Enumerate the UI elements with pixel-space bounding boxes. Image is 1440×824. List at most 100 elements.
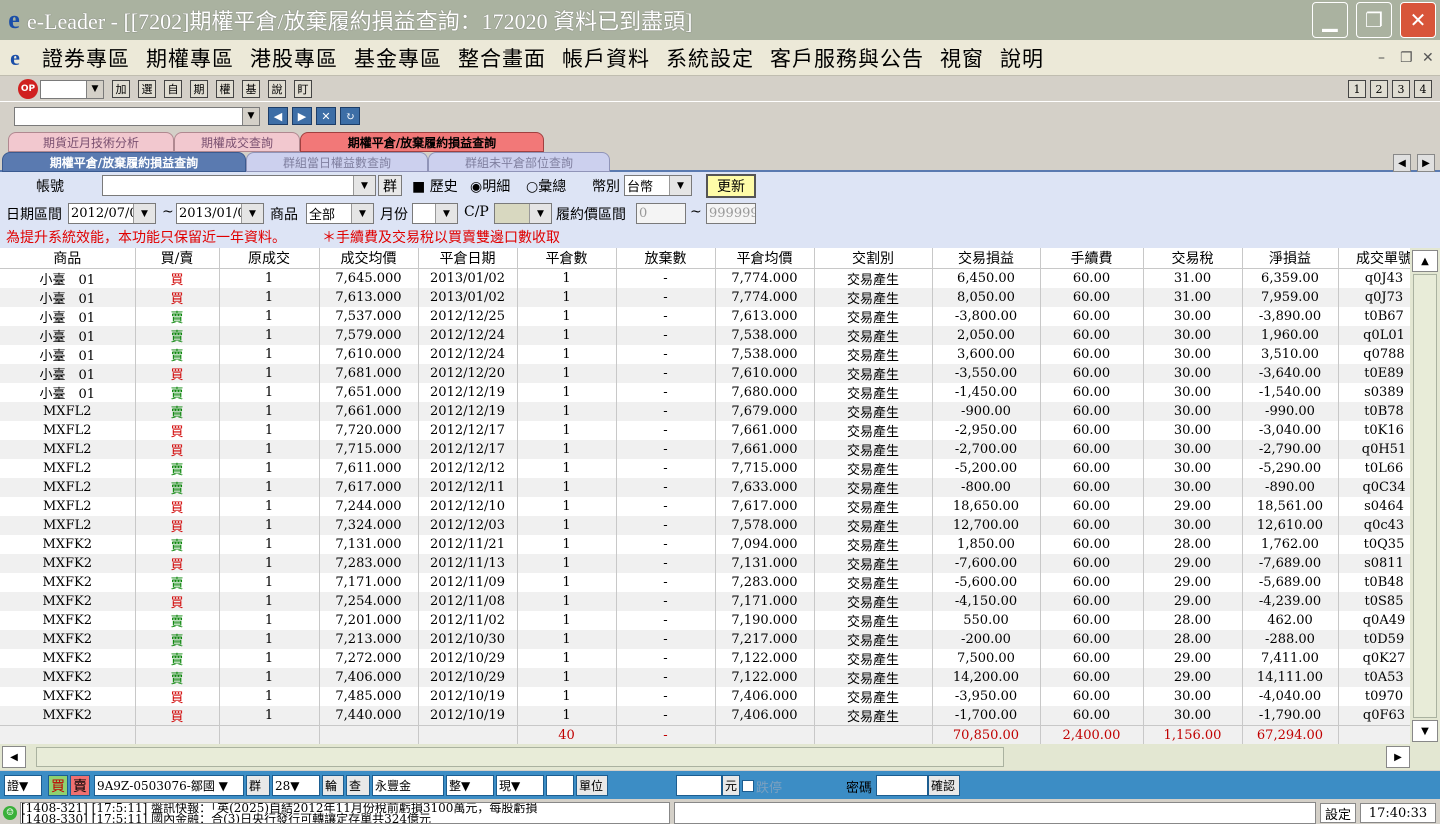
settings-button[interactable]: 設定 xyxy=(1320,803,1356,823)
toolbar-options-button[interactable]: 權 xyxy=(216,80,234,98)
menu-funds[interactable]: 基金專區 xyxy=(354,43,442,73)
history-checkbox[interactable]: ■ 歷史 xyxy=(412,176,458,196)
refresh-button[interactable]: 更新 xyxy=(706,174,756,198)
buy-button[interactable]: 買 xyxy=(48,775,68,796)
tab-futures-technical[interactable]: 期貨近月技術分析 xyxy=(8,132,174,152)
table-row[interactable]: 小臺 01 賣 1 7,610.000 2012/12/24 1-7,538.000 交易產… xyxy=(0,345,1410,364)
column-header[interactable]: 買/賣 xyxy=(135,248,220,269)
horizontal-scroll-thumb[interactable] xyxy=(36,747,1004,767)
table-row[interactable]: MXFK2 賣 1 7,131.000 2012/11/21 1-7,094.000 交易產… xyxy=(0,535,1410,554)
news-ticker[interactable]: [1408-321] [17:5:11] 盤訊快報：「英(2025)自結2012… xyxy=(20,802,670,824)
table-row[interactable]: MXFK2 賣 1 7,213.000 2012/10/30 1-7,217.000 交易產… xyxy=(0,630,1410,649)
menu-service[interactable]: 客戶服務與公告 xyxy=(770,43,924,73)
scroll-up-icon[interactable]: ▲ xyxy=(1412,250,1438,272)
group-num-select[interactable]: 28 ▼ xyxy=(272,775,320,796)
table-row[interactable]: 小臺 01 買 1 7,681.000 2012/12/20 1-7,610.000 交易產… xyxy=(0,364,1410,383)
table-row[interactable]: MXFK2 買 1 7,254.000 2012/11/08 1-7,171.000 交易產… xyxy=(0,592,1410,611)
month-select[interactable]: ▼ xyxy=(412,203,458,224)
column-header[interactable]: 成交單號 xyxy=(1338,248,1410,269)
account-select[interactable]: 9A9Z-0503076-鄒國 ▼ xyxy=(94,775,244,796)
column-header[interactable]: 原成交 xyxy=(219,248,320,269)
password-input[interactable] xyxy=(876,775,928,796)
table-row[interactable]: MXFL2 賣 1 7,617.000 2012/12/11 1-7,633.000 交易產… xyxy=(0,478,1410,497)
menu-securities[interactable]: 證券專區 xyxy=(42,43,130,73)
tab-scroll-left-icon[interactable]: ◀ xyxy=(1393,154,1411,172)
confirm-button[interactable]: 確認 xyxy=(928,775,960,796)
horizontal-scrollbar[interactable]: ◀ ▶ xyxy=(0,744,1440,770)
mdi-minimize-button[interactable]: – xyxy=(1378,50,1385,66)
table-row[interactable]: MXFK2 買 1 7,283.000 2012/11/13 1-7,131.000 交易產… xyxy=(0,554,1410,573)
menu-integrated[interactable]: 整合畫面 xyxy=(458,43,546,73)
mdi-close-button[interactable]: ✕ xyxy=(1422,50,1434,66)
query-button[interactable]: 查 xyxy=(346,775,370,796)
limit-down-checkbox[interactable] xyxy=(742,780,754,792)
toolbar-add-button[interactable]: 加 xyxy=(112,80,130,98)
table-row[interactable]: MXFK2 賣 1 7,272.000 2012/10/29 1-7,122.000 交易產… xyxy=(0,649,1410,668)
order-type-select[interactable]: 整 ▼ xyxy=(446,775,494,796)
mdi-restore-button[interactable]: ❐ xyxy=(1400,50,1413,66)
minimize-button[interactable]: ▁ xyxy=(1312,2,1348,38)
toolbar-combo[interactable]: ▼ xyxy=(40,79,104,99)
table-row[interactable]: MXFL2 買 1 7,244.000 2012/12/10 1-7,617.000 交易產… xyxy=(0,497,1410,516)
menu-window[interactable]: 視窗 xyxy=(940,43,984,73)
table-row[interactable]: 小臺 01 賣 1 7,537.000 2012/12/25 1-7,613.000 交易產… xyxy=(0,307,1410,326)
mode-select[interactable]: 證 ▼ xyxy=(4,775,42,796)
close-icon[interactable]: ✕ xyxy=(316,107,336,125)
table-row[interactable]: MXFL2 賣 1 7,661.000 2012/12/19 1-7,679.000 交易產… xyxy=(0,402,1410,421)
price-input[interactable] xyxy=(676,775,722,796)
column-header[interactable]: 平倉日期 xyxy=(418,248,518,269)
toolbar-fund-button[interactable]: 基 xyxy=(242,80,260,98)
table-row[interactable]: MXFK2 賣 1 7,201.000 2012/11/02 1-7,190.000 交易產… xyxy=(0,611,1410,630)
menu-hk-stocks[interactable]: 港股專區 xyxy=(250,43,338,73)
sell-button[interactable]: 賣 xyxy=(70,775,90,796)
tab-group-equity[interactable]: 群組當日權益數查詢 xyxy=(246,152,428,172)
table-row[interactable]: 小臺 01 買 1 7,613.000 2013/01/02 1-7,774.000 交易產… xyxy=(0,288,1410,307)
refresh-icon[interactable]: ↻ xyxy=(340,107,360,125)
quantity-input[interactable] xyxy=(546,775,574,796)
cash-type-select[interactable]: 現 ▼ xyxy=(496,775,544,796)
column-header[interactable]: 交割別 xyxy=(814,248,933,269)
table-row[interactable]: MXFL2 買 1 7,324.000 2012/12/03 1-7,578.000 交易產… xyxy=(0,516,1410,535)
account-select[interactable]: ▼ xyxy=(102,175,376,196)
toolbar-select-button[interactable]: 選 xyxy=(138,80,156,98)
menu-help[interactable]: 說明 xyxy=(1000,43,1044,73)
stop-icon[interactable]: OP xyxy=(18,79,38,99)
column-header[interactable]: 成交均價 xyxy=(319,248,419,269)
menu-account[interactable]: 帳戶資料 xyxy=(562,43,650,73)
restore-button[interactable]: ❐ xyxy=(1356,2,1392,38)
table-row[interactable]: MXFK2 賣 1 7,171.000 2012/11/09 1-7,283.000 交易產… xyxy=(0,573,1410,592)
column-header[interactable]: 平倉數 xyxy=(517,248,617,269)
tab-options-pnl[interactable]: 期權平倉/放棄履約損益查詢 xyxy=(300,132,544,152)
table-row[interactable]: MXFK2 賣 1 7,406.000 2012/10/29 1-7,122.000 交易產… xyxy=(0,668,1410,687)
detail-radio[interactable]: ◉明細 xyxy=(470,176,510,196)
rotate-button[interactable]: 輪 xyxy=(322,775,344,796)
tab-group-positions[interactable]: 群組未平倉部位查詢 xyxy=(428,152,610,172)
table-row[interactable]: MXFL2 買 1 7,720.000 2012/12/17 1-7,661.000 交易產… xyxy=(0,421,1410,440)
command-combo[interactable]: ▼ xyxy=(14,106,260,126)
cp-select[interactable]: ▼ xyxy=(494,203,552,224)
date-from-select[interactable]: 2012/07/0 ▼ xyxy=(68,203,156,224)
tab-scroll-right-icon[interactable]: ▶ xyxy=(1417,154,1435,172)
table-row[interactable]: MXFK2 買 1 7,440.000 2012/10/19 1-7,406.000 交易產… xyxy=(0,706,1410,726)
column-header[interactable]: 手續費 xyxy=(1040,248,1144,269)
tab-options-trades[interactable]: 期權成交查詢 xyxy=(174,132,300,152)
forward-arrow-icon[interactable]: ▶ xyxy=(292,107,312,125)
table-row[interactable]: MXFL2 賣 1 7,611.000 2012/12/12 1-7,715.000 交易產… xyxy=(0,459,1410,478)
scroll-left-icon[interactable]: ◀ xyxy=(2,746,26,768)
column-header[interactable]: 交易稅 xyxy=(1143,248,1243,269)
table-row[interactable]: 小臺 01 賣 1 7,651.000 2012/12/19 1-7,680.000 交易產… xyxy=(0,383,1410,402)
menu-settings[interactable]: 系統設定 xyxy=(666,43,754,73)
column-header[interactable]: 放棄數 xyxy=(616,248,716,269)
group-button[interactable]: 群 xyxy=(246,775,270,796)
table-row[interactable]: MXFL2 買 1 7,715.000 2012/12/17 1-7,661.000 交易產… xyxy=(0,440,1410,459)
vertical-scrollbar[interactable]: ▲ ▼ xyxy=(1410,248,1440,744)
close-button[interactable]: ✕ xyxy=(1400,2,1436,38)
strike-from-input[interactable]: 0 xyxy=(636,203,686,224)
product-select[interactable]: 全部 ▼ xyxy=(306,203,374,224)
toolbar-desc-button[interactable]: 說 xyxy=(268,80,286,98)
table-row[interactable]: MXFK2 買 1 7,485.000 2012/10/19 1-7,406.000 交易產… xyxy=(0,687,1410,706)
column-header[interactable]: 平倉均價 xyxy=(715,248,815,269)
table-row[interactable]: 小臺 01 買 1 7,645.000 2013/01/02 1-7,774.000 交易產… xyxy=(0,268,1410,288)
page-3-button[interactable]: 3 xyxy=(1392,80,1410,98)
currency-select[interactable]: 台幣 ▼ xyxy=(624,175,692,196)
